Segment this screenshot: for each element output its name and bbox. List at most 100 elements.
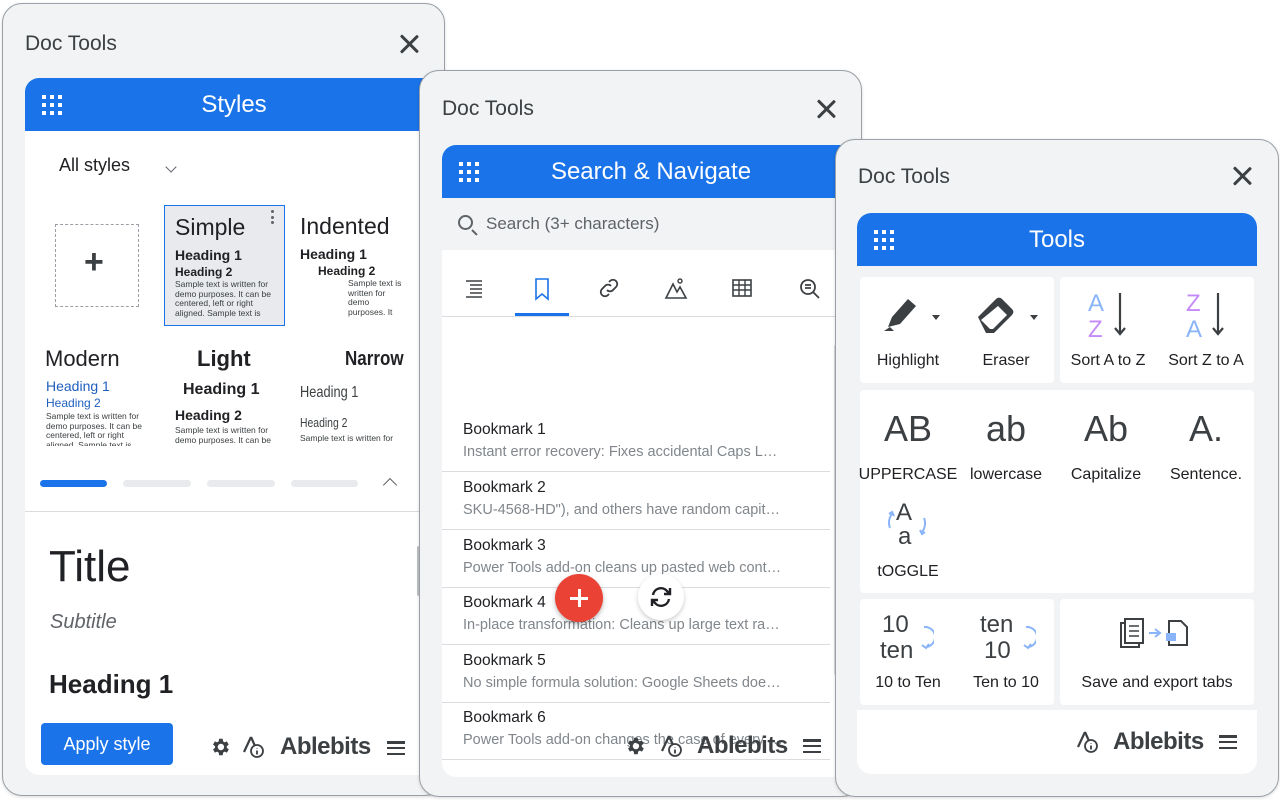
preview-subtitle[interactable]: Subtitle (50, 611, 117, 634)
carousel-page-4[interactable] (291, 480, 358, 487)
carousel-page-3[interactable] (207, 480, 275, 487)
svg-text:A: A (1088, 290, 1104, 317)
styles-filter-dropdown[interactable]: All styles (59, 155, 130, 176)
svg-text:Z: Z (1186, 290, 1201, 317)
style-tile-narrow[interactable]: Narrow Heading 1 Heading 2 Sample text i… (291, 340, 421, 446)
tool-label: lowercase (969, 466, 1043, 483)
close-icon[interactable] (812, 95, 840, 123)
header-title: Search & Navigate (550, 158, 752, 185)
bookmark-desc: No simple formula solution: Google Sheet… (463, 675, 785, 691)
add-style-button[interactable]: + (55, 224, 139, 307)
convert-arrow-icon (921, 625, 934, 650)
styles-panel: Doc Tools Styles All styles + Simple Hea… (2, 3, 445, 796)
sort-z-to-a-tool[interactable]: Z A Sort Z to A (1158, 277, 1254, 383)
menu-icon[interactable] (1219, 735, 1237, 749)
preview-title[interactable]: Title (49, 542, 131, 592)
highlighter-icon (884, 299, 940, 331)
bookmark-row[interactable]: Bookmark 1 Instant error recovery: Fixes… (442, 414, 830, 472)
save-export-tabs-tool[interactable]: Save and export tabs (1060, 599, 1254, 705)
eraser-tool[interactable]: Eraser (958, 277, 1054, 383)
card-header: Styles (25, 78, 443, 131)
tab-headings[interactable] (447, 267, 501, 315)
bookmark-desc: SKU-4568-HD"), and others have random ca… (463, 502, 785, 518)
ablebits-logo-icon (661, 735, 682, 757)
toggle-case-tool[interactable]: A a tOGGLE (860, 494, 956, 584)
bookmark-title: Bookmark 4 (463, 594, 546, 611)
sample-heading-2: Heading 2 (175, 407, 242, 423)
tool-label: tOGGLE (877, 563, 939, 580)
style-tile-simple[interactable]: Simple Heading 1 Heading 2 Sample text i… (164, 205, 285, 326)
tab-bookmarks[interactable] (515, 267, 569, 315)
image-icon (664, 278, 688, 299)
table-icon (732, 279, 752, 297)
sample-heading-1: Heading 1 (183, 381, 260, 398)
sample-heading-2: Heading 2 (175, 265, 233, 279)
panel-title: Doc Tools (442, 97, 534, 120)
lowercase-tool[interactable]: ab lowercase (958, 390, 1054, 496)
style-tile-modern[interactable]: Modern Heading 1 Heading 2 Sample text i… (35, 340, 157, 446)
bookmark-title: Bookmark 6 (463, 709, 546, 726)
style-name: Light (197, 346, 251, 371)
uppercase-tool[interactable]: AB UPPERCASE (859, 390, 958, 496)
bookmark-row[interactable]: Bookmark 4 In-place transformation: Clea… (442, 587, 830, 645)
carousel-page-1[interactable] (40, 480, 107, 487)
sample-text: Sample text is written for demo purposes… (175, 280, 271, 318)
bookmark-desc: Power Tools add-on cleans up pasted web … (463, 560, 785, 576)
num-to-text-bottom: ten (880, 637, 914, 664)
bookmark-row[interactable]: Bookmark 5 No simple formula solution: G… (442, 645, 830, 703)
num-to-text-top: 10 (882, 611, 909, 638)
apply-style-button[interactable]: Apply style (41, 723, 173, 765)
svg-text:a: a (898, 523, 912, 550)
ablebits-logo-icon (243, 736, 264, 758)
bookmark-row[interactable]: Bookmark 3 Power Tools add-on cleans up … (442, 530, 830, 588)
text-to-num-bottom: 10 (984, 637, 1011, 664)
styles-card: Styles All styles + Simple Heading 1 Hea… (25, 78, 443, 775)
tools-panel: Doc Tools Tools Highlight Eraser A Z Sor… (835, 139, 1279, 797)
capitalize-tool[interactable]: Ab Capitalize (1058, 390, 1154, 496)
chevron-down-icon[interactable] (165, 161, 177, 173)
gear-icon[interactable] (624, 735, 646, 757)
sort-a-to-z-tool[interactable]: A Z Sort A to Z (1060, 277, 1156, 383)
gear-icon[interactable] (209, 736, 231, 758)
style-name: Simple (175, 214, 246, 240)
more-options-icon[interactable] (271, 210, 275, 224)
preview-heading-1[interactable]: Heading 1 (49, 669, 173, 700)
style-name: Narrow (345, 348, 404, 370)
apps-grid-icon[interactable] (459, 162, 479, 182)
highlight-tool[interactable]: Highlight (860, 277, 956, 383)
tab-tables[interactable] (715, 267, 769, 315)
style-tile-light[interactable]: Light Heading 1 Heading 2 Sample text is… (165, 340, 287, 446)
plus-icon: + (84, 243, 104, 281)
bookmark-icon (535, 278, 549, 301)
tool-label: Sort A to Z (1070, 352, 1146, 369)
tool-label: Sort Z to A (1168, 352, 1244, 369)
close-icon[interactable] (1228, 162, 1256, 190)
apps-grid-icon[interactable] (874, 230, 894, 250)
tab-links[interactable] (581, 267, 635, 315)
text-to-num-tool[interactable]: ten 10 Ten to 10 (958, 599, 1054, 705)
num-to-text-tool[interactable]: 10 ten 10 to Ten (860, 599, 956, 705)
style-tile-indented[interactable]: Indented Heading 1 Heading 2 Sample text… (291, 205, 421, 326)
tab-find[interactable] (782, 267, 836, 315)
find-icon (800, 279, 820, 299)
svg-text:A: A (1186, 316, 1202, 341)
chevron-up-icon[interactable] (382, 477, 398, 493)
search-input[interactable] (486, 208, 846, 240)
carousel-page-2[interactable] (123, 480, 191, 487)
bookmark-row[interactable]: Bookmark 2 SKU-4568-HD"), and others hav… (442, 472, 830, 530)
header-title: Tools (1028, 226, 1086, 253)
refresh-button[interactable] (638, 574, 684, 620)
tool-label: 10 to Ten (875, 674, 941, 691)
close-icon[interactable] (395, 30, 423, 58)
save-export-icon (1120, 618, 1188, 648)
menu-icon[interactable] (803, 739, 821, 753)
tab-images[interactable] (648, 267, 702, 315)
sentence-case-tool[interactable]: A. Sentence. (1158, 390, 1254, 496)
sample-heading-1: Heading 1 (300, 246, 367, 262)
apps-grid-icon[interactable] (42, 95, 62, 115)
case-tools-group: AB UPPERCASE ab lowercase Ab Capitalize … (859, 390, 1254, 593)
tool-label: Highlight (876, 352, 940, 369)
menu-icon[interactable] (387, 741, 405, 755)
lowercase-icon: ab (985, 408, 1027, 449)
add-bookmark-button[interactable] (555, 574, 603, 622)
